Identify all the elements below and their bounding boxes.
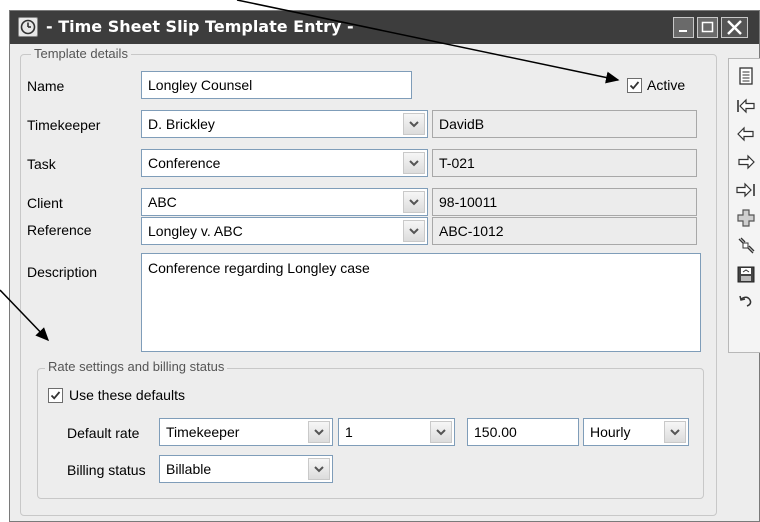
callout-arrow-active <box>236 0 620 84</box>
callout-arrow-rate-settings <box>0 289 50 342</box>
callout-arrows <box>0 0 620 342</box>
